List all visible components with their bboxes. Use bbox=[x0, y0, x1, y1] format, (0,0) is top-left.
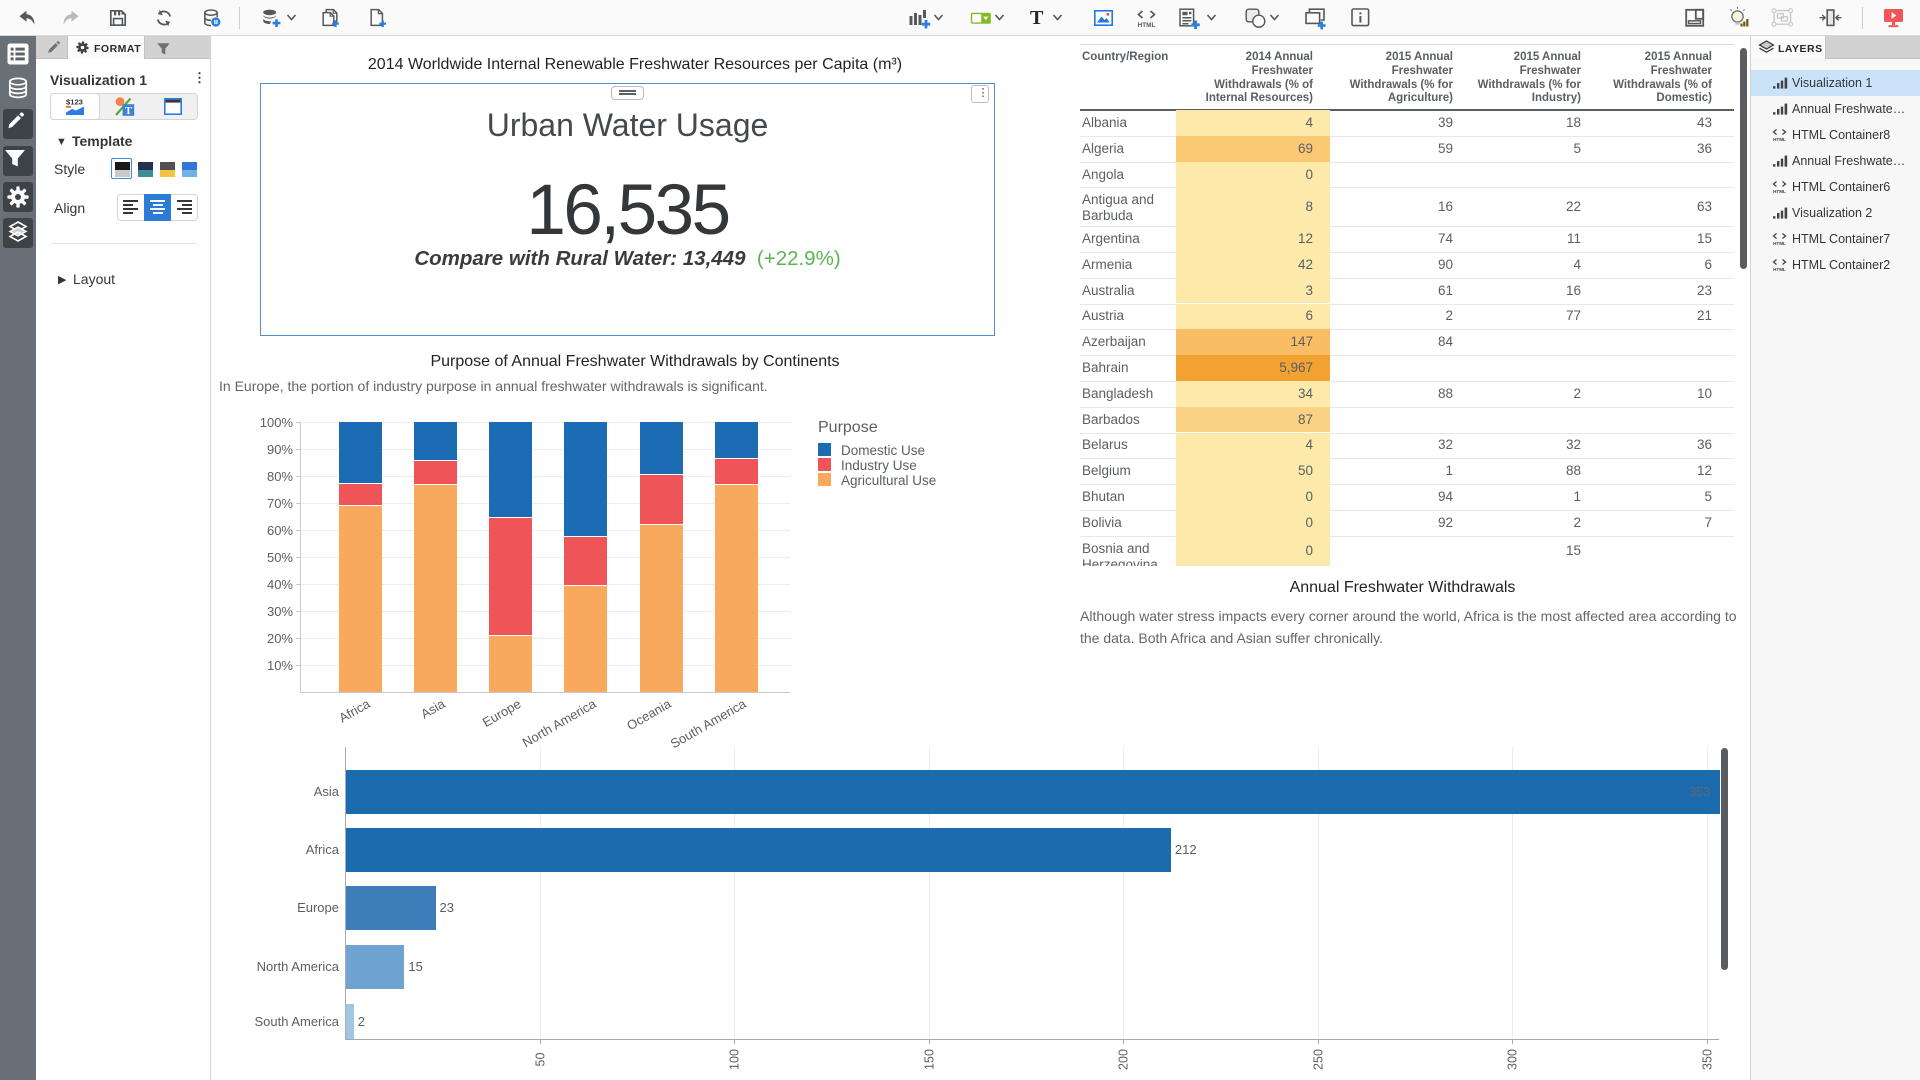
svg-text:HTML: HTML bbox=[1773, 267, 1786, 272]
svg-text:HTML: HTML bbox=[1773, 189, 1786, 194]
svg-text:HTML: HTML bbox=[1773, 241, 1786, 246]
svg-text:HTML: HTML bbox=[1138, 22, 1156, 28]
svg-text:HTML: HTML bbox=[1773, 137, 1786, 142]
svg-text:T: T bbox=[125, 106, 132, 117]
svg-text:$123: $123 bbox=[66, 98, 83, 107]
